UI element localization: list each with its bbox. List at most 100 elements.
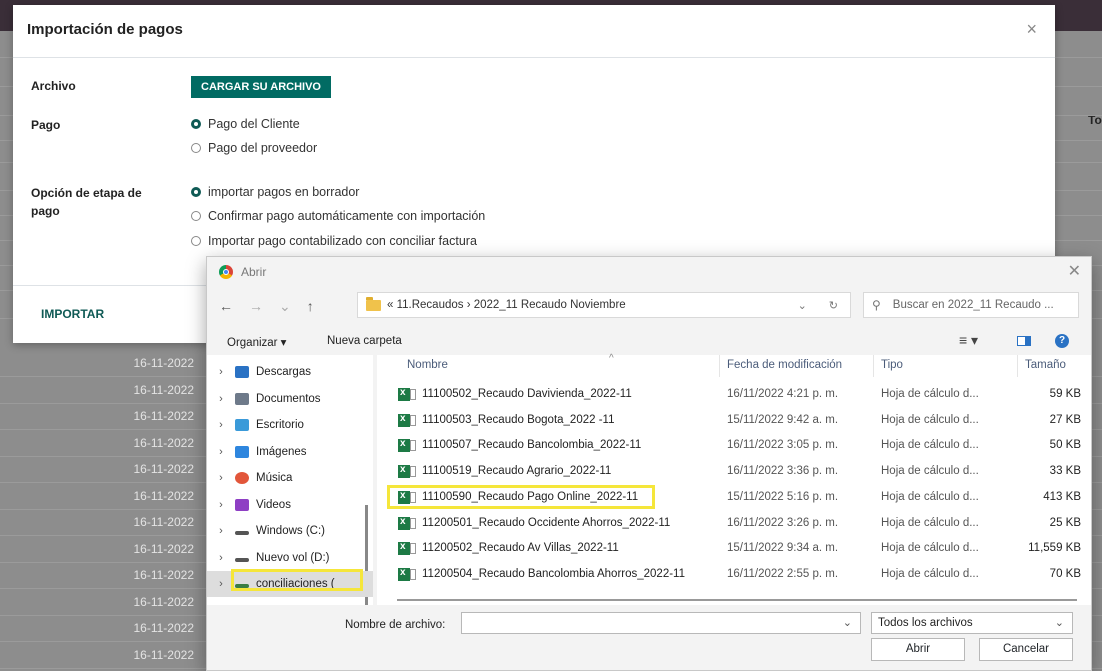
open-button[interactable]: Abrir — [871, 638, 965, 661]
organize-menu[interactable]: Organizar ▾ — [227, 335, 286, 349]
filename-input[interactable]: ⌄ — [461, 612, 861, 634]
chevron-right-icon[interactable]: › — [211, 472, 231, 484]
up-arrow-icon[interactable]: ↑ — [307, 298, 314, 315]
file-row[interactable]: 11100502_Recaudo Davivienda_2022-11 16/11… — [377, 383, 1091, 407]
preview-pane-icon[interactable] — [1017, 336, 1031, 346]
radio-button-checked[interactable] — [191, 187, 201, 197]
nav-item-label: Imágenes — [256, 445, 307, 458]
excel-file-icon — [398, 438, 416, 453]
chevron-down-icon[interactable]: ⌄ — [1055, 613, 1064, 633]
nav-item-label: Apoteosys (\\1 — [256, 605, 330, 606]
file-date: 16/11/2022 3:36 p. m. — [727, 465, 839, 478]
address-bar[interactable]: « 11.Recaudos › 2022_11 Recaudo Noviembr… — [357, 292, 851, 318]
row-date: 16-11-2022 — [133, 409, 195, 423]
desktop-icon — [235, 419, 249, 431]
column-size[interactable]: Tamaño — [1025, 359, 1066, 371]
address-path[interactable]: « 11.Recaudos › 2022_11 Recaudo Noviembr… — [387, 299, 626, 311]
file-type: Hoja de cálculo d... — [881, 567, 979, 580]
radio-button[interactable] — [191, 143, 201, 153]
column-type[interactable]: Tipo — [881, 359, 903, 371]
file-row[interactable]: 11100503_Recaudo Bogota_2022 -11 15/11/20… — [377, 409, 1091, 433]
music-icon — [235, 472, 249, 484]
excel-file-icon — [398, 413, 416, 427]
file-size: 33 KB — [1049, 465, 1081, 478]
pago-label: Pago — [31, 118, 61, 132]
file-name: 11100503_Recaudo Bogota_2022 -11 — [422, 413, 615, 426]
row-date: 16-11-2022 — [133, 488, 195, 503]
file-date: 16/11/2022 4:21 p. m. — [727, 388, 839, 400]
radio-label: Importar pago contabilizado con concilia… — [208, 234, 477, 248]
new-folder-button[interactable]: Nueva carpeta — [327, 335, 402, 347]
chevron-right-icon[interactable]: › — [211, 552, 231, 564]
radio-button[interactable] — [191, 236, 201, 246]
view-options-icon[interactable]: ≡ ▾ — [959, 332, 978, 349]
horizontal-scrollbar[interactable] — [397, 599, 1077, 601]
row-date: 16-11-2022 — [133, 356, 195, 370]
file-row[interactable]: 11200504_Recaudo Bancolombia Ahorros_202… — [377, 563, 1091, 587]
nav-item[interactable]: › Documentos — [207, 386, 373, 412]
upload-file-button[interactable]: CARGAR SU ARCHIVO — [191, 76, 331, 98]
nav-item[interactable]: › Escritorio — [207, 412, 373, 438]
help-icon[interactable]: ? — [1055, 334, 1069, 348]
file-name: 11200502_Recaudo Av Villas_2022-11 — [422, 542, 619, 555]
nav-item[interactable]: › Videos — [207, 492, 373, 518]
chevron-right-icon[interactable]: › — [211, 366, 231, 378]
nav-item[interactable]: › Windows (C:) — [207, 518, 373, 544]
navigation-arrows: ← → ⌄ ↑ — [219, 298, 314, 315]
address-dropdown-icon[interactable]: ⌄ — [798, 299, 807, 312]
file-type: Hoja de cálculo d... — [881, 516, 979, 529]
search-placeholder: Buscar en 2022_11 Recaudo ... — [892, 299, 1054, 311]
nav-item[interactable]: › Imágenes — [207, 439, 373, 465]
import-button[interactable]: IMPORTAR — [41, 307, 104, 321]
file-date: 15/11/2022 9:34 a. m. — [727, 542, 839, 555]
chevron-right-icon[interactable]: › — [211, 605, 231, 606]
chevron-right-icon[interactable]: › — [211, 446, 231, 458]
file-date: 16/11/2022 3:26 p. m. — [727, 516, 839, 529]
file-row[interactable]: 11200502_Recaudo Av Villas_2022-11 15/11/… — [377, 537, 1091, 561]
radio-pago-cliente[interactable]: Pago del Cliente — [191, 117, 300, 131]
radio-button-checked[interactable] — [191, 119, 201, 129]
dialog-close-icon[interactable]: ✕ — [1068, 261, 1081, 281]
nav-item[interactable]: › Apoteosys (\\1 — [207, 598, 373, 606]
nav-item-label: Documentos — [256, 392, 321, 405]
nav-item-label: Música — [256, 472, 293, 484]
chevron-right-icon[interactable]: › — [211, 393, 231, 405]
search-input[interactable]: ⚲ Buscar en 2022_11 Recaudo ... — [863, 292, 1079, 318]
file-row[interactable]: 11100507_Recaudo Bancolombia_2022-11 16/1… — [377, 434, 1091, 458]
radio-importar-borrador[interactable]: importar pagos en borrador — [191, 185, 359, 199]
nav-item[interactable]: › Descargas — [207, 359, 373, 385]
refresh-icon[interactable]: ↻ — [829, 299, 838, 312]
file-date: 15/11/2022 5:16 p. m. — [727, 490, 839, 503]
filter-value: Todos los archivos — [878, 617, 973, 629]
column-date[interactable]: Fecha de modificación — [727, 359, 842, 371]
excel-file-icon — [398, 387, 416, 401]
chevron-right-icon[interactable]: › — [211, 499, 231, 511]
chevron-right-icon[interactable]: › — [211, 525, 231, 537]
radio-importar-contabilizado[interactable]: Importar pago contabilizado con concilia… — [191, 234, 477, 248]
forward-arrow-icon[interactable]: → — [249, 298, 263, 315]
file-size: 70 KB — [1049, 567, 1081, 580]
recent-locations-chevron-icon[interactable]: ⌄ — [279, 298, 291, 315]
radio-pago-proveedor[interactable]: Pago del proveedor — [191, 141, 317, 155]
cancel-button[interactable]: Cancelar — [979, 638, 1073, 661]
drive-icon — [235, 531, 249, 535]
row-date: 16-11-2022 — [133, 382, 195, 397]
file-row[interactable]: 11100519_Recaudo Agrario_2022-11 16/11/20… — [377, 460, 1091, 484]
file-row[interactable]: 11200501_Recaudo Occidente Ahorros_2022-… — [377, 512, 1091, 536]
column-name[interactable]: Nombre — [407, 359, 448, 371]
nav-item[interactable]: › Música — [207, 465, 373, 491]
row-date: 16-11-2022 — [133, 647, 195, 662]
file-size: 25 KB — [1049, 516, 1081, 529]
file-type-filter[interactable]: Todos los archivos ⌄ — [871, 612, 1073, 634]
file-size: 50 KB — [1049, 439, 1081, 452]
close-icon[interactable]: × — [1026, 19, 1037, 40]
radio-button[interactable] — [191, 211, 201, 221]
highlight-box-selected-file — [387, 485, 655, 509]
radio-confirmar-automatico[interactable]: Confirmar pago automáticamente con impor… — [191, 209, 485, 223]
chevron-down-icon[interactable]: ⌄ — [843, 616, 852, 629]
back-arrow-icon[interactable]: ← — [219, 298, 233, 315]
chrome-icon — [219, 265, 233, 279]
nav-item[interactable]: › Nuevo vol (D:) — [207, 545, 373, 571]
chevron-right-icon[interactable]: › — [211, 578, 231, 590]
chevron-right-icon[interactable]: › — [211, 419, 231, 431]
